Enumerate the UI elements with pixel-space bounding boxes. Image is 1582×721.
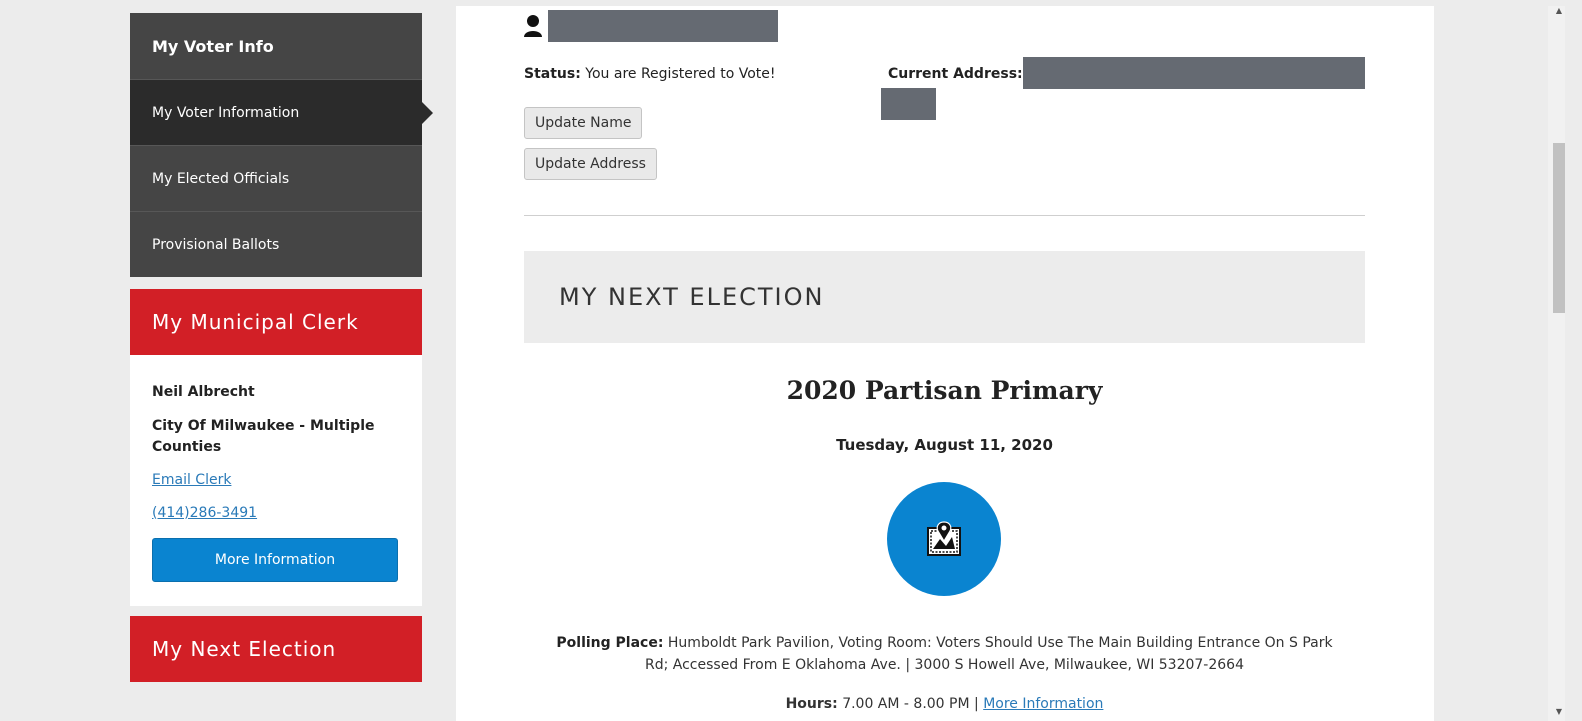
election-date: Tuesday, August 11, 2020 bbox=[836, 436, 1053, 454]
hours-info: Hours: 7.00 AM - 8.00 PM | More Informat… bbox=[524, 696, 1365, 712]
scroll-up-arrow-icon[interactable]: ▲ bbox=[1553, 6, 1565, 20]
sidebar-item-my-voter-information[interactable]: My Voter Information bbox=[130, 79, 433, 145]
next-election-heading: MY NEXT ELECTION bbox=[524, 251, 1365, 343]
email-clerk-link[interactable]: Email Clerk bbox=[152, 472, 400, 488]
clerk-name: Neil Albrecht bbox=[152, 384, 255, 400]
clerk-info-panel: Neil Albrecht City Of Milwaukee - Multip… bbox=[130, 355, 422, 606]
redacted-address-line1 bbox=[1023, 57, 1365, 89]
polling-place-info: Polling Place: Humboldt Park Pavilion, V… bbox=[524, 632, 1365, 676]
sidebar-item-my-elected-officials[interactable]: My Elected Officials bbox=[130, 145, 422, 211]
main-content: Status: You are Registered to Vote! Curr… bbox=[456, 6, 1434, 721]
polling-map-button[interactable] bbox=[887, 482, 1001, 596]
update-name-button[interactable]: Update Name bbox=[524, 107, 643, 139]
polling-line1: Humboldt Park Pavilion, Voting Room: Vot… bbox=[667, 635, 1333, 651]
registration-status: Status: You are Registered to Vote! bbox=[524, 66, 776, 82]
scrollbar-thumb[interactable] bbox=[1553, 143, 1565, 313]
next-election-header: My Next Election bbox=[130, 616, 422, 682]
municipal-clerk-header: My Municipal Clerk bbox=[130, 289, 422, 355]
polling-label: Polling Place: bbox=[556, 635, 664, 651]
hours-more-information-link[interactable]: More Information bbox=[983, 696, 1103, 712]
vertical-scrollbar[interactable]: ▲ ▼ bbox=[1548, 6, 1565, 721]
voter-name-row bbox=[524, 10, 778, 42]
update-address-button[interactable]: Update Address bbox=[524, 148, 657, 180]
redacted-voter-name bbox=[548, 10, 778, 42]
redacted-address-line2 bbox=[881, 88, 936, 120]
election-title: 2020 Partisan Primary bbox=[786, 376, 1103, 405]
section-divider bbox=[524, 215, 1365, 216]
clerk-phone-link[interactable]: (414)286-3491 bbox=[152, 505, 400, 521]
current-address-label: Current Address: bbox=[888, 66, 1023, 82]
user-icon bbox=[524, 15, 542, 37]
sidebar: My Voter Info My Voter Information My El… bbox=[130, 13, 433, 682]
sidebar-header: My Voter Info bbox=[130, 13, 422, 79]
hours-value: 7.00 AM - 8.00 PM | bbox=[842, 696, 979, 712]
status-label: Status: bbox=[524, 66, 581, 82]
sidebar-item-provisional-ballots[interactable]: Provisional Ballots bbox=[130, 211, 422, 277]
polling-line2: Rd; Accessed From E Oklahoma Ave. | 3000… bbox=[644, 657, 1244, 673]
status-value: You are Registered to Vote! bbox=[585, 66, 776, 82]
map-pin-icon bbox=[927, 521, 961, 556]
scroll-down-arrow-icon[interactable]: ▼ bbox=[1553, 707, 1565, 721]
hours-label: Hours: bbox=[785, 696, 838, 712]
more-information-button[interactable]: More Information bbox=[152, 538, 398, 582]
clerk-municipality: City Of Milwaukee - Multiple Counties bbox=[152, 418, 375, 455]
